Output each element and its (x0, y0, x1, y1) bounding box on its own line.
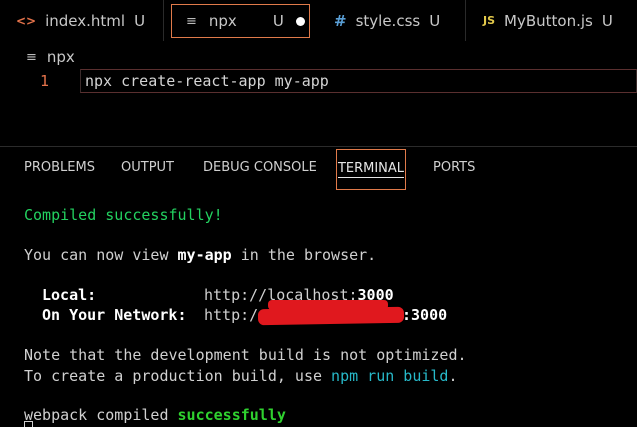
network-url-prefix: http:/ (204, 306, 259, 324)
text-file-icon: ≡ (186, 13, 197, 29)
css-file-icon: # (334, 11, 347, 30)
editor-tab-bar: <> index.html U ≡ npx U # style.css U JS… (0, 0, 637, 41)
redaction-mark (257, 306, 405, 326)
line-number: 1 (40, 72, 50, 90)
network-url[interactable]: http:/ (204, 306, 258, 324)
network-label: On Your Network: (42, 306, 187, 324)
tab-ports[interactable]: PORTS (433, 160, 475, 175)
tab-npx[interactable]: ≡ npx U (171, 4, 310, 38)
local-label: Local: (42, 286, 97, 304)
untracked-badge: U (272, 12, 284, 30)
tab-label: index.html (45, 11, 126, 30)
tab-index-html[interactable]: <> index.html U (0, 0, 164, 41)
tab-debug-console[interactable]: DEBUG CONSOLE (203, 160, 317, 175)
note-line-2: To create a production build, use npm ru… (24, 367, 457, 385)
note-prefix: To create a production build, use (24, 367, 332, 385)
note-line-1: Note that the development build is not o… (24, 346, 467, 364)
view-suffix: in the browser. (231, 246, 377, 264)
terminal-cursor[interactable] (24, 421, 33, 427)
note-suffix: . (448, 367, 458, 385)
breadcrumb[interactable]: ≡ npx (26, 48, 75, 66)
tab-terminal[interactable]: TERMINAL (336, 149, 406, 190)
compiled-message: Compiled successfully! (24, 206, 223, 224)
untracked-badge: U (601, 11, 613, 30)
webpack-prefix: webpack compiled (24, 406, 178, 424)
code-line[interactable]: npx create-react-app my-app (85, 72, 329, 90)
tab-label: npx (208, 12, 237, 30)
tab-output[interactable]: OUTPUT (121, 160, 174, 175)
html-file-icon: <> (16, 13, 37, 28)
panel-divider (0, 146, 637, 147)
tab-label: MyButton.js (504, 11, 593, 30)
network-port: :3000 (402, 306, 448, 324)
unsaved-dot-icon[interactable] (295, 16, 305, 26)
build-command: npm run build (331, 367, 449, 385)
js-file-icon: JS (483, 14, 496, 27)
tab-problems[interactable]: PROBLEMS (24, 160, 95, 175)
view-prefix: You can now view (24, 246, 178, 264)
view-message: You can now view my-app in the browser. (24, 246, 376, 264)
webpack-status: successfully (177, 406, 286, 424)
tab-style-css[interactable]: # style.css U (316, 0, 466, 41)
breadcrumb-label: npx (46, 48, 75, 66)
text-file-icon: ≡ (26, 49, 37, 65)
app-name: my-app (177, 246, 232, 264)
tab-terminal-label: TERMINAL (337, 161, 405, 178)
untracked-badge: U (429, 11, 441, 30)
webpack-status-line: webpack compiled successfully (24, 406, 286, 424)
untracked-badge: U (134, 11, 146, 30)
tab-mybutton-js[interactable]: JS MyButton.js U (467, 0, 637, 41)
tab-label: style.css (355, 11, 421, 30)
